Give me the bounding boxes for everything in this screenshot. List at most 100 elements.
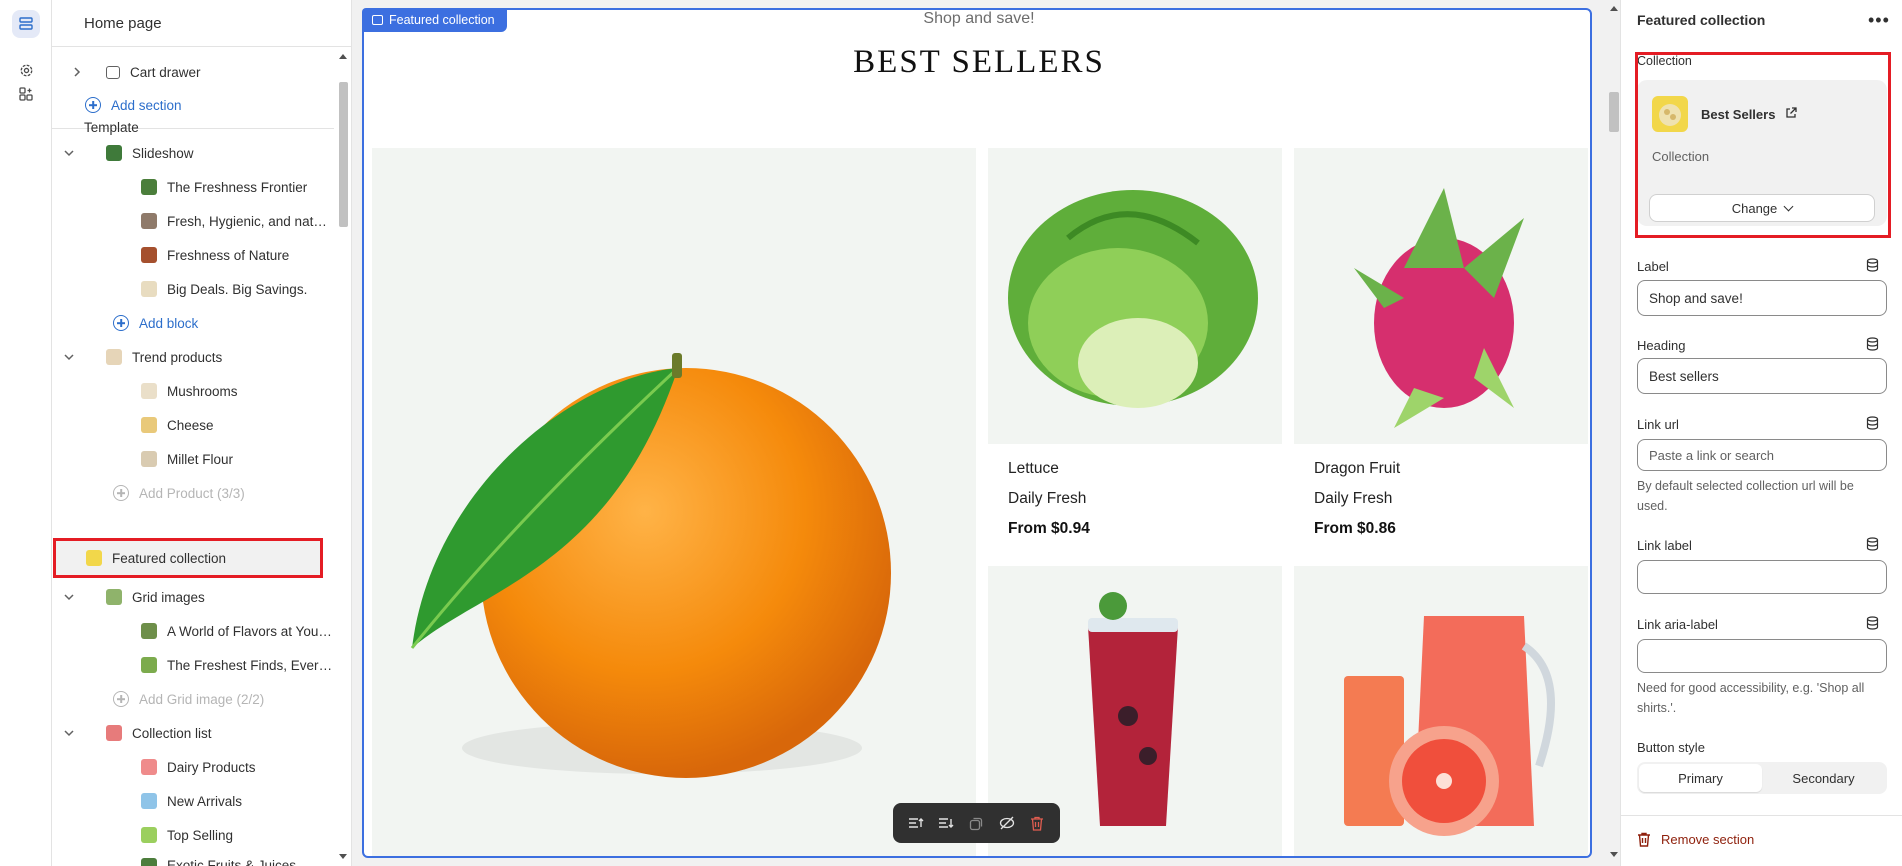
cart-drawer-icon <box>106 65 120 79</box>
collection-type: Collection <box>1652 149 1710 164</box>
tree-item-trend-products[interactable]: Trend products <box>52 340 334 374</box>
add-grid-image-button[interactable]: Add Grid image (2/2) <box>52 682 334 716</box>
add-section-label: Add section <box>111 97 182 113</box>
external-link-icon[interactable] <box>1785 107 1797 119</box>
chevron-down-icon[interactable] <box>62 590 76 604</box>
add-section-button[interactable]: Add section <box>52 88 334 122</box>
scroll-thumb[interactable] <box>1609 92 1619 132</box>
tree-item-block[interactable]: Exotic Fruits & Juices <box>52 852 334 866</box>
tree-item-block[interactable]: Freshness of Nature <box>52 238 334 272</box>
scroll-down-icon[interactable] <box>1610 852 1618 857</box>
page-title: Home page <box>52 0 351 47</box>
aria-label-input[interactable] <box>1637 639 1887 673</box>
link-label-input[interactable] <box>1637 560 1887 594</box>
scroll-up-icon[interactable] <box>339 54 347 59</box>
style-primary-option[interactable]: Primary <box>1639 764 1762 792</box>
tree-item-block[interactable]: Mushrooms <box>52 374 334 408</box>
collection-thumbnail <box>141 827 157 843</box>
tree-item-label: The Freshness Frontier <box>167 179 308 195</box>
product-card-image[interactable] <box>1294 148 1588 444</box>
collection-thumbnail <box>141 759 157 775</box>
remove-section-button[interactable]: Remove section <box>1637 832 1754 847</box>
product-price: From $0.94 <box>1008 520 1090 537</box>
dynamic-source-icon[interactable] <box>1866 416 1879 430</box>
tree-item-label: Cheese <box>167 417 214 433</box>
product-vendor: Daily Fresh <box>1314 490 1393 507</box>
chevron-down-icon[interactable] <box>62 726 76 740</box>
tree-item-grid-images[interactable]: Grid images <box>52 580 334 614</box>
tree-item-block[interactable]: Big Deals. Big Savings. <box>52 272 334 306</box>
add-block-label: Add block <box>139 315 199 331</box>
change-collection-button[interactable]: Change <box>1649 194 1875 222</box>
heading-input[interactable]: Best sellers <box>1637 358 1887 394</box>
product-info: Dragon Fruit Daily Fresh From $0.86 <box>1314 460 1400 538</box>
dynamic-source-icon[interactable] <box>1866 616 1879 630</box>
apps-icon[interactable] <box>12 80 40 108</box>
tree-item-label: Exotic Fruits & Juices <box>167 858 297 866</box>
tree-item-block[interactable]: A World of Flavors at Your Fi... <box>52 614 334 648</box>
collection-name[interactable]: Best Sellers <box>1701 107 1775 122</box>
delete-icon[interactable] <box>1028 814 1046 832</box>
juice-image <box>1344 616 1555 836</box>
slide-thumbnail <box>141 247 157 263</box>
move-up-icon[interactable] <box>907 814 925 832</box>
style-secondary-option[interactable]: Secondary <box>1762 764 1885 792</box>
tree-item-block[interactable]: New Arrivals <box>52 784 334 818</box>
sections-icon[interactable] <box>12 10 40 38</box>
trend-products-icon <box>106 349 122 365</box>
sidebar-scrollbar[interactable] <box>336 48 350 866</box>
tree-item-block[interactable]: Fresh, Hygienic, and natural <box>52 204 334 238</box>
tree-item-block[interactable]: Cheese <box>52 408 334 442</box>
chevron-right-icon[interactable] <box>70 65 84 79</box>
scroll-down-icon[interactable] <box>339 854 347 859</box>
tree-item-cart-drawer[interactable]: Cart drawer <box>52 55 334 89</box>
add-block-button[interactable]: Add block <box>52 306 334 340</box>
button-style-label: Button style <box>1637 740 1705 755</box>
add-product-button[interactable]: Add Product (3/3) <box>52 476 334 510</box>
product-thumbnail <box>141 417 157 433</box>
featured-collection-icon <box>86 550 102 566</box>
chevron-down-icon[interactable] <box>62 146 76 160</box>
product-name[interactable]: Dragon Fruit <box>1314 460 1400 478</box>
scroll-thumb[interactable] <box>339 82 348 227</box>
product-name[interactable]: Lettuce <box>1008 460 1090 478</box>
tree-item-featured-collection[interactable]: Featured collection <box>53 538 323 578</box>
heading-field-label: Heading <box>1637 338 1686 353</box>
dynamic-source-icon[interactable] <box>1866 258 1879 272</box>
label-input[interactable]: Shop and save! <box>1637 280 1887 316</box>
scroll-up-icon[interactable] <box>1610 6 1618 11</box>
product-vendor: Daily Fresh <box>1008 490 1087 507</box>
tree-item-label: Grid images <box>132 589 205 605</box>
tree-item-block[interactable]: Millet Flour <box>52 442 334 476</box>
tree-item-block[interactable]: Top Selling <box>52 818 334 852</box>
dynamic-source-icon[interactable] <box>1866 337 1879 351</box>
collection-picker: Best Sellers Collection Change <box>1637 80 1887 226</box>
move-down-icon[interactable] <box>937 814 955 832</box>
preview-frame[interactable]: Shop and save! BEST SELLERS Lettuce Dail… <box>362 8 1592 858</box>
more-actions-button[interactable]: ••• <box>1868 10 1890 31</box>
tree-item-block[interactable]: Dairy Products <box>52 750 334 784</box>
add-circle-icon <box>113 691 129 707</box>
product-card-image[interactable] <box>988 148 1282 444</box>
product-thumbnail <box>141 451 157 467</box>
tree-item-collection-list[interactable]: Collection list <box>52 716 334 750</box>
tree-item-label: Collection list <box>132 725 212 741</box>
product-card-image[interactable] <box>1294 566 1588 856</box>
chevron-down-icon[interactable] <box>62 350 76 364</box>
tree-item-block[interactable]: The Freshness Frontier <box>52 170 334 204</box>
link-url-input[interactable]: Paste a link or search <box>1637 439 1887 471</box>
tree-item-label: Cart drawer <box>130 64 201 80</box>
tree-item-label: Dairy Products <box>167 759 256 775</box>
tree-item-block[interactable]: The Freshest Finds, Every Time <box>52 648 334 682</box>
settings-scrollbar[interactable] <box>1608 0 1620 866</box>
aria-label-field-label: Link aria-label <box>1637 617 1718 632</box>
slide-thumbnail <box>141 179 157 195</box>
hide-icon[interactable] <box>998 814 1016 832</box>
tree-item-slideshow[interactable]: Slideshow <box>52 136 334 170</box>
selected-section-tag: Featured collection <box>362 8 507 32</box>
dynamic-source-icon[interactable] <box>1866 537 1879 551</box>
add-circle-icon <box>113 315 129 331</box>
featured-product-card[interactable] <box>372 148 976 856</box>
duplicate-icon[interactable] <box>967 814 985 832</box>
settings-panel: Featured collection ••• Collection Best … <box>1620 0 1902 866</box>
